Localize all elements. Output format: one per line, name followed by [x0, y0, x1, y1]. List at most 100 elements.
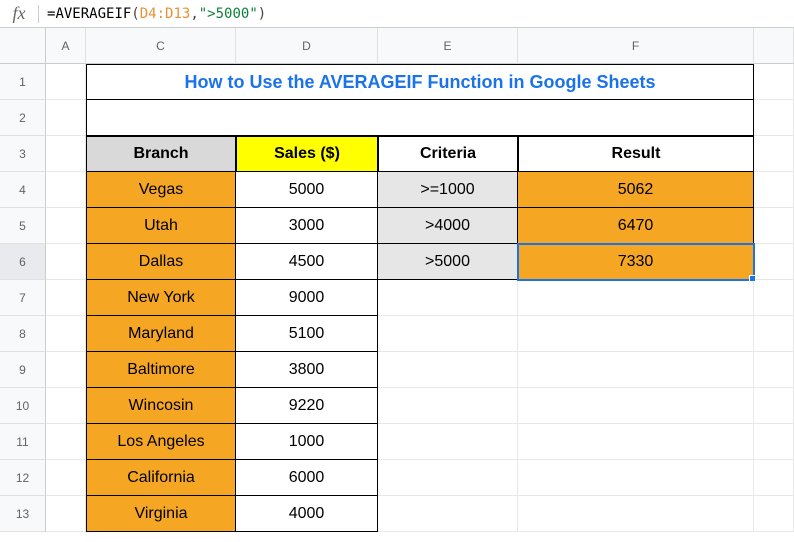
cell-a3[interactable]	[46, 136, 86, 172]
cell-f7[interactable]	[518, 280, 754, 316]
cell-c13[interactable]: Virginia	[86, 496, 236, 532]
cell-e10[interactable]	[378, 388, 518, 424]
row-header-12[interactable]: 12	[0, 460, 46, 496]
spreadsheet-app: fx =AVERAGEIF(D4:D13,">5000") A C D E F …	[0, 0, 794, 542]
cell-f12[interactable]	[518, 460, 754, 496]
cell-a13[interactable]	[46, 496, 86, 532]
cell-f9[interactable]	[518, 352, 754, 388]
row-header-11[interactable]: 11	[0, 424, 46, 460]
cell-e8[interactable]	[378, 316, 518, 352]
cell-d7[interactable]: 9000	[236, 280, 378, 316]
cell-f10[interactable]	[518, 388, 754, 424]
cell-f11[interactable]	[518, 424, 754, 460]
cell-a5[interactable]	[46, 208, 86, 244]
cell-a2[interactable]	[46, 100, 86, 136]
cell-a7[interactable]	[46, 280, 86, 316]
cell-e7[interactable]	[378, 280, 518, 316]
cell-c5[interactable]: Utah	[86, 208, 236, 244]
cell-d13[interactable]: 4000	[236, 496, 378, 532]
col-header-c[interactable]: C	[86, 28, 236, 64]
header-criteria[interactable]: Criteria	[378, 136, 518, 172]
col-header-e[interactable]: E	[378, 28, 518, 64]
cell-e9[interactable]	[378, 352, 518, 388]
cell-d9[interactable]: 3800	[236, 352, 378, 388]
cell-f8[interactable]	[518, 316, 754, 352]
cell-d10[interactable]: 9220	[236, 388, 378, 424]
cell-f13[interactable]	[518, 496, 754, 532]
cell-d5[interactable]: 3000	[236, 208, 378, 244]
cell-a1[interactable]	[46, 64, 86, 100]
row-header-6[interactable]: 6	[0, 244, 46, 280]
row-header-13[interactable]: 13	[0, 496, 46, 532]
formula-input[interactable]: =AVERAGEIF(D4:D13,">5000")	[47, 6, 794, 22]
header-sales[interactable]: Sales ($)	[236, 136, 378, 172]
cell-c12[interactable]: California	[86, 460, 236, 496]
cell-c7[interactable]: New York	[86, 280, 236, 316]
select-all-corner[interactable]	[0, 28, 46, 64]
row-header-4[interactable]: 4	[0, 172, 46, 208]
cell-g1[interactable]	[754, 64, 794, 100]
cell-e13[interactable]	[378, 496, 518, 532]
cell-e4[interactable]: >=1000	[378, 172, 518, 208]
cell-c9[interactable]: Baltimore	[86, 352, 236, 388]
spreadsheet-grid[interactable]: A C D E F 1 How to Use the AVERAGEIF Fun…	[0, 28, 794, 532]
title-cell[interactable]: How to Use the AVERAGEIF Function in Goo…	[86, 64, 754, 100]
cell-c4[interactable]: Vegas	[86, 172, 236, 208]
cell-g10[interactable]	[754, 388, 794, 424]
cell-a11[interactable]	[46, 424, 86, 460]
cell-g3[interactable]	[754, 136, 794, 172]
cell-g6[interactable]	[754, 244, 794, 280]
row-header-9[interactable]: 9	[0, 352, 46, 388]
cell-f5[interactable]: 6470	[518, 208, 754, 244]
cell-g12[interactable]	[754, 460, 794, 496]
cell-a8[interactable]	[46, 316, 86, 352]
cell-f6[interactable]: 7330	[518, 244, 754, 280]
cell-g8[interactable]	[754, 316, 794, 352]
cell-row2[interactable]	[86, 100, 754, 136]
cell-g7[interactable]	[754, 280, 794, 316]
formula-close-paren: )	[258, 6, 266, 22]
cell-c8[interactable]: Maryland	[86, 316, 236, 352]
cell-a4[interactable]	[46, 172, 86, 208]
col-header-a[interactable]: A	[46, 28, 86, 64]
col-header-d[interactable]: D	[236, 28, 378, 64]
row-header-7[interactable]: 7	[0, 280, 46, 316]
fill-handle[interactable]	[749, 275, 756, 282]
cell-g9[interactable]	[754, 352, 794, 388]
row-header-10[interactable]: 10	[0, 388, 46, 424]
cell-a12[interactable]	[46, 460, 86, 496]
row-header-1[interactable]: 1	[0, 64, 46, 100]
header-result[interactable]: Result	[518, 136, 754, 172]
cell-a10[interactable]	[46, 388, 86, 424]
row-header-2[interactable]: 2	[0, 100, 46, 136]
cell-g5[interactable]	[754, 208, 794, 244]
cell-g11[interactable]	[754, 424, 794, 460]
row-header-8[interactable]: 8	[0, 316, 46, 352]
cell-d11[interactable]: 1000	[236, 424, 378, 460]
cell-d12[interactable]: 6000	[236, 460, 378, 496]
col-header-blank[interactable]	[754, 28, 794, 64]
cell-c11[interactable]: Los Angeles	[86, 424, 236, 460]
divider	[38, 5, 39, 23]
cell-e6[interactable]: >5000	[378, 244, 518, 280]
cell-d4[interactable]: 5000	[236, 172, 378, 208]
cell-g4[interactable]	[754, 172, 794, 208]
cell-f4[interactable]: 5062	[518, 172, 754, 208]
cell-c6[interactable]: Dallas	[86, 244, 236, 280]
cell-g13[interactable]	[754, 496, 794, 532]
fx-icon[interactable]: fx	[4, 3, 34, 24]
cell-g2[interactable]	[754, 100, 794, 136]
cell-d6[interactable]: 4500	[236, 244, 378, 280]
header-branch[interactable]: Branch	[86, 136, 236, 172]
cell-e5[interactable]: >4000	[378, 208, 518, 244]
cell-e11[interactable]	[378, 424, 518, 460]
cell-c10[interactable]: Wincosin	[86, 388, 236, 424]
cell-e12[interactable]	[378, 460, 518, 496]
formula-criteria-arg: ">5000"	[199, 6, 258, 22]
cell-a9[interactable]	[46, 352, 86, 388]
row-header-3[interactable]: 3	[0, 136, 46, 172]
cell-a6[interactable]	[46, 244, 86, 280]
cell-d8[interactable]: 5100	[236, 316, 378, 352]
col-header-f[interactable]: F	[518, 28, 754, 64]
row-header-5[interactable]: 5	[0, 208, 46, 244]
